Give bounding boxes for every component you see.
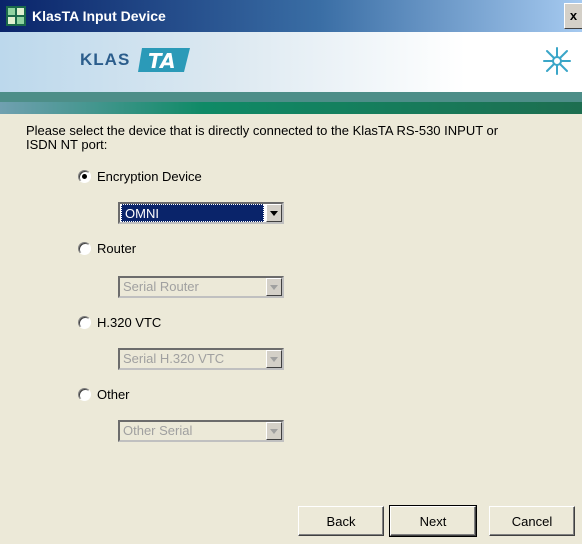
- dialog-content: Please select the device that is directl…: [0, 114, 582, 544]
- logo-klas-text: KLAS: [80, 50, 131, 69]
- klasta-logo: KLAS TA: [80, 46, 192, 80]
- select-value: Other Serial: [123, 423, 193, 438]
- cancel-button[interactable]: Cancel: [489, 506, 575, 536]
- radio-label: Router: [97, 240, 137, 256]
- logo-ta-mark: TA: [137, 48, 190, 73]
- radio-button[interactable]: [78, 387, 91, 401]
- radio-label: Encryption Device: [97, 168, 202, 184]
- radio-button[interactable]: [78, 241, 91, 255]
- dropdown-button[interactable]: [266, 278, 282, 296]
- snowflake-icon: [543, 47, 571, 75]
- select-value: Serial Router: [123, 279, 199, 294]
- brand-banner: KLAS TA: [0, 32, 582, 92]
- radio-label: Other: [97, 386, 130, 402]
- select-value: OMNI: [121, 204, 264, 222]
- next-button[interactable]: Next: [389, 505, 477, 537]
- other-select[interactable]: Other Serial: [118, 420, 284, 442]
- instruction-text: Please select the device that is directl…: [26, 123, 499, 152]
- radio-label: H.320 VTC: [97, 314, 162, 330]
- radio-other[interactable]: Other: [78, 386, 130, 402]
- dropdown-button[interactable]: [266, 204, 282, 222]
- close-icon: x: [569, 8, 578, 23]
- svg-text:TA: TA: [148, 49, 176, 73]
- chevron-down-icon: [270, 210, 278, 216]
- header-band-green: [0, 102, 582, 114]
- select-value: Serial H.320 VTC: [123, 351, 225, 366]
- dropdown-button[interactable]: [266, 350, 282, 368]
- chevron-down-icon: [270, 284, 278, 290]
- dropdown-button[interactable]: [266, 422, 282, 440]
- router-select[interactable]: Serial Router: [118, 276, 284, 298]
- title-bar[interactable]: KlasTA Input Device x: [0, 0, 582, 32]
- radio-router[interactable]: Router: [78, 240, 136, 256]
- chevron-down-icon: [270, 428, 278, 434]
- app-grid-icon: [6, 6, 26, 26]
- h320-vtc-select[interactable]: Serial H.320 VTC: [118, 348, 284, 370]
- header-band-teal: [0, 92, 582, 102]
- radio-encryption-device[interactable]: Encryption Device: [78, 168, 202, 184]
- back-button[interactable]: Back: [298, 506, 384, 536]
- chevron-down-icon: [270, 356, 278, 362]
- radio-button[interactable]: [78, 315, 91, 329]
- radio-h320-vtc[interactable]: H.320 VTC: [78, 314, 161, 330]
- dialog-window: KlasTA Input Device x KLAS TA Please sel…: [0, 0, 582, 544]
- close-button[interactable]: x: [564, 3, 582, 29]
- radio-button[interactable]: [78, 169, 91, 183]
- encryption-device-select[interactable]: OMNI: [118, 202, 284, 224]
- window-title: KlasTA Input Device: [32, 8, 166, 24]
